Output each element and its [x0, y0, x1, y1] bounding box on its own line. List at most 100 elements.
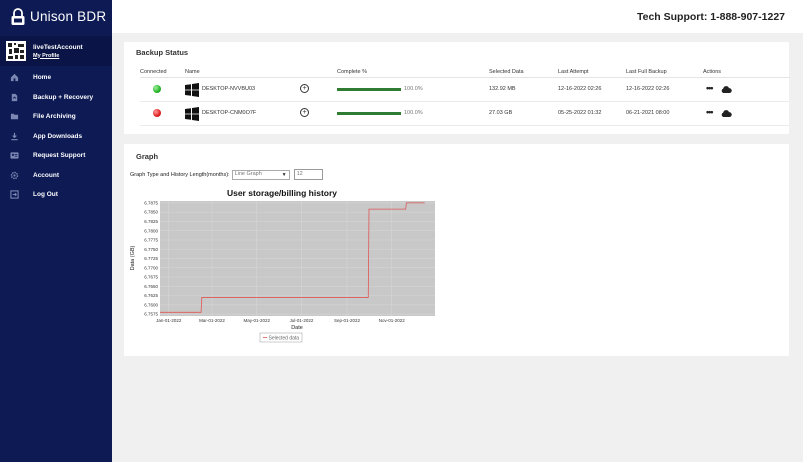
logout-icon	[10, 190, 19, 199]
y-tick-label: 6.7750	[144, 247, 158, 252]
column-header: Last Attempt	[558, 69, 589, 75]
account-name: liveTestAccount	[33, 43, 83, 51]
y-axis: 6.7575 6.7600 6.7625 6.7650 6.7675 6.7700 6.77…	[144, 200, 158, 316]
column-header: Selected Data	[489, 69, 524, 75]
progress-bar	[337, 88, 401, 91]
chart-title: User storage/billing history	[227, 188, 337, 198]
sidebar-item-backup-recovery[interactable]: Backup + Recovery	[0, 88, 112, 108]
chart-legend: Selected data	[259, 332, 303, 343]
y-tick-label: 6.7700	[144, 265, 158, 270]
sidebar-item-request-support[interactable]: Request Support	[0, 146, 112, 166]
backup-table: Connected Name Complete % Selected Data …	[140, 67, 790, 126]
gear-icon	[10, 171, 19, 179]
backup-icon	[11, 93, 18, 101]
y-tick-label: 6.7800	[144, 228, 158, 233]
progress-text: 100.0%	[404, 86, 423, 92]
x-tick-label: May-01-2022	[244, 318, 271, 323]
x-axis: Jan-01-2022 Mar-01-2022 May-01-2022 Jul-01-…	[156, 318, 405, 323]
y-tick-label: 6.7600	[144, 302, 158, 307]
column-header: Name	[185, 69, 200, 75]
my-profile-link[interactable]: My Profile	[33, 53, 83, 59]
tech-support-phone: Tech Support: 1-888-907-1227	[636, 11, 785, 23]
sidebar: Unison BDR liveTestAccount My Profile Ho…	[0, 0, 112, 462]
sidebar-item-file-archiving[interactable]: File Archiving	[0, 107, 112, 127]
main-content: Backup Status Connected Name Complete % …	[112, 33, 803, 462]
home-icon	[10, 74, 19, 82]
y-tick-label: 6.7725	[144, 256, 158, 261]
more-actions-icon[interactable]: •••	[706, 83, 714, 93]
column-header: Last Full Backup	[626, 69, 667, 75]
table-row[interactable]: DESKTOP-NVVBU03 + 100.0% 132.92 MB 12-16…	[140, 78, 790, 102]
last-full-backup: 06-21-2021 08:00	[626, 110, 670, 116]
y-axis-label: Data (GB)	[130, 245, 136, 270]
sidebar-item-label: Request Support	[33, 152, 86, 160]
brand[interactable]: Unison BDR	[0, 0, 112, 33]
y-tick-label: 6.7650	[144, 284, 158, 289]
sidebar-item-label: Backup + Recovery	[33, 93, 94, 101]
avatar	[6, 41, 26, 61]
expand-plus-icon[interactable]: +	[300, 108, 309, 117]
y-tick-label: 6.7625	[144, 293, 158, 298]
graph-title: Graph	[136, 152, 159, 161]
backup-status-title: Backup Status	[136, 48, 189, 57]
sidebar-item-label: App Downloads	[33, 132, 83, 140]
table-row[interactable]: DESKTOP-CNM0O7F + 100.0% 27.03 GB 05-25-…	[140, 102, 790, 126]
lock-logo-icon	[11, 7, 25, 25]
connected-status-icon	[153, 85, 161, 93]
backup-status-panel: Backup Status Connected Name Complete % …	[124, 42, 790, 134]
last-full-backup: 12-16-2022 02:26	[626, 86, 670, 92]
sidebar-item-home[interactable]: Home	[0, 68, 112, 88]
windows-icon	[185, 83, 199, 97]
column-header: Actions	[703, 69, 722, 75]
sidebar-item-app-downloads[interactable]: App Downloads	[0, 127, 112, 147]
selected-data: 132.92 MB	[489, 86, 516, 92]
progress-bar	[337, 112, 401, 115]
cloud-icon[interactable]	[721, 110, 732, 117]
y-tick-label: 6.7825	[144, 219, 158, 224]
account-summary: liveTestAccount My Profile	[0, 36, 112, 66]
sidebar-item-label: Account	[33, 171, 59, 179]
sidebar-nav: Home Backup + Recovery File Archiving Ap…	[0, 68, 112, 205]
windows-icon	[185, 107, 199, 121]
column-header: Complete %	[337, 69, 367, 75]
chevron-down-icon: ▼	[281, 171, 287, 178]
disconnected-status-icon	[153, 109, 161, 117]
progress-text: 100.0%	[404, 110, 423, 116]
graph-type-label: Graph Type and History Length(months):	[130, 171, 230, 178]
graph-type-value: Line Graph	[234, 170, 262, 177]
last-attempt: 05-25-2022 01:32	[558, 110, 602, 116]
y-tick-label: 6.7675	[144, 275, 158, 280]
device-name: DESKTOP-NVVBU03	[202, 86, 256, 92]
expand-plus-icon[interactable]: +	[300, 84, 309, 93]
graph-controls: Graph Type and History Length(months): L…	[130, 169, 323, 180]
selected-data: 27.03 GB	[489, 110, 513, 116]
x-axis-label: Date	[291, 325, 303, 331]
last-attempt: 12-16-2022 02:26	[558, 86, 602, 92]
progress-fill	[337, 88, 401, 91]
y-tick-label: 6.7875	[144, 200, 158, 205]
folder-icon	[10, 114, 19, 120]
history-months-input[interactable]: 12	[293, 169, 323, 180]
y-tick-label: 6.7575	[144, 312, 158, 317]
sidebar-item-label: File Archiving	[33, 113, 76, 121]
graph-panel: Graph Graph Type and History Length(mont…	[124, 144, 789, 356]
legend-label: Selected data	[269, 336, 300, 342]
sidebar-item-log-out[interactable]: Log Out	[0, 185, 112, 205]
graph-type-select[interactable]: Line Graph ▼	[231, 169, 290, 180]
column-header: Connected	[140, 69, 167, 75]
x-tick-label: Sep-01-2022	[334, 318, 361, 323]
x-tick-label: Jul-01-2022	[290, 318, 314, 323]
table-header: Connected Name Complete % Selected Data …	[140, 67, 790, 78]
sidebar-item-account[interactable]: Account	[0, 166, 112, 186]
storage-history-chart: User storage/billing history 6.7575 6.760…	[130, 188, 435, 343]
id-card-icon	[10, 152, 19, 159]
brand-name: Unison BDR	[30, 9, 107, 24]
more-actions-icon[interactable]: •••	[706, 107, 714, 117]
cloud-icon[interactable]	[721, 86, 732, 93]
download-icon	[11, 132, 18, 140]
top-bar: Tech Support: 1-888-907-1227	[112, 0, 803, 33]
sidebar-item-label: Home	[33, 74, 52, 82]
device-name: DESKTOP-CNM0O7F	[202, 110, 257, 116]
x-tick-label: Jan-01-2022	[156, 318, 182, 323]
x-tick-label: Nov-01-2022	[379, 318, 406, 323]
